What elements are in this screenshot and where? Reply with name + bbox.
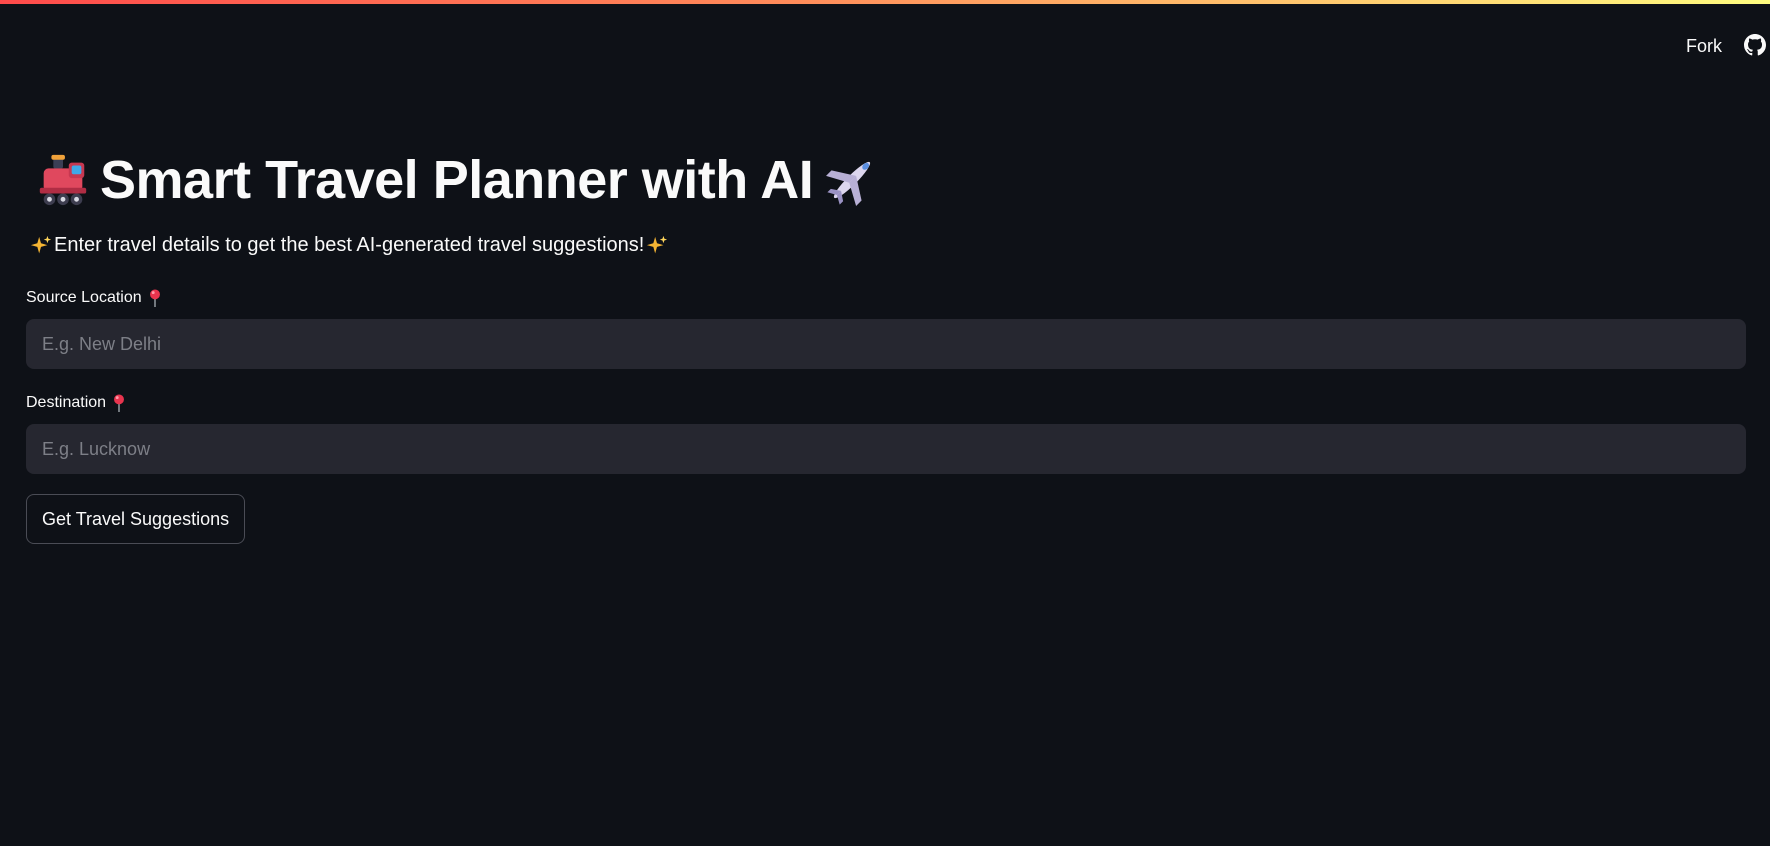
sparkles-emoji-icon <box>647 235 668 253</box>
sparkles-emoji-icon <box>30 235 52 253</box>
page-subtitle: Enter travel details to get the best AI-… <box>28 234 670 257</box>
pin-emoji-icon <box>149 289 160 307</box>
subtitle-text: Enter travel details to get the best AI-… <box>54 234 645 256</box>
source-location-label-text: Source Location <box>26 289 142 306</box>
page-title-text: Smart Travel Planner with AI <box>100 150 814 210</box>
page-title: Smart Travel Planner with AI <box>34 146 881 214</box>
top-decoration-bar <box>0 0 1770 4</box>
github-icon[interactable] <box>1744 34 1766 56</box>
source-location-label: Source Location <box>26 288 164 308</box>
source-location-input[interactable] <box>26 319 1746 369</box>
fork-link[interactable]: Fork <box>1686 36 1722 57</box>
destination-label: Destination <box>26 393 128 413</box>
pin-emoji-icon <box>114 394 124 412</box>
train-emoji-icon <box>39 154 87 206</box>
destination-input[interactable] <box>26 424 1746 474</box>
destination-label-text: Destination <box>26 394 107 411</box>
airplane-emoji-icon <box>826 161 871 206</box>
app-toolbar: Fork <box>0 30 1770 62</box>
get-travel-suggestions-button[interactable]: Get Travel Suggestions <box>26 494 246 544</box>
